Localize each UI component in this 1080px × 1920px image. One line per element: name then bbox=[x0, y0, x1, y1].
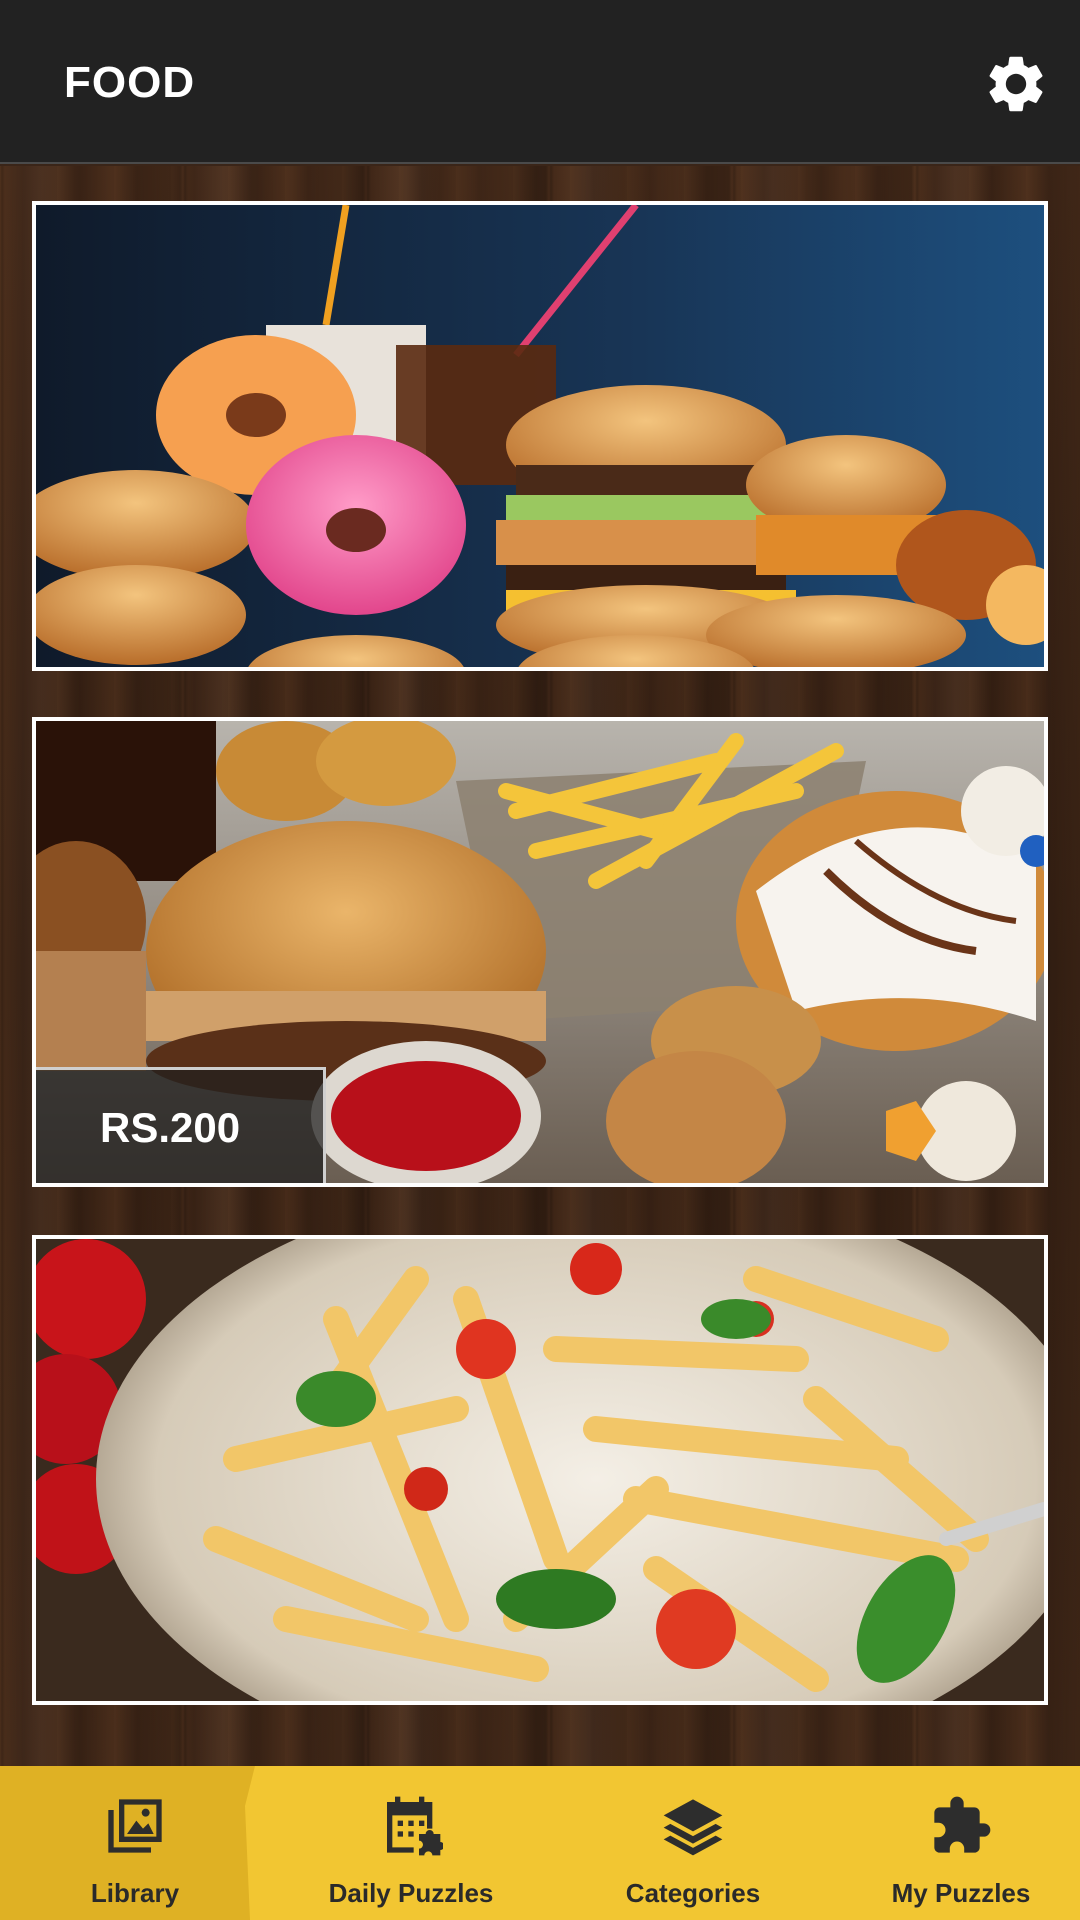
settings-button[interactable] bbox=[982, 50, 1050, 118]
nav-item-my-puzzles[interactable]: My Puzzles bbox=[826, 1766, 1080, 1920]
fast-food-image bbox=[36, 205, 1044, 667]
calendar-puzzle-icon bbox=[387, 1796, 443, 1856]
nav-label-categories: Categories bbox=[625, 1878, 761, 1908]
price-badge: RS.200 bbox=[36, 1067, 326, 1183]
price-label: RS.200 bbox=[100, 1104, 241, 1151]
nav-item-library[interactable]: Library bbox=[0, 1766, 270, 1920]
puzzle-card-burger-fries[interactable]: RS.200 bbox=[32, 717, 1048, 1187]
nav-label-library: Library bbox=[90, 1878, 180, 1908]
bottom-navigation: Library Daily Puzzles Categories My Puzz… bbox=[0, 1766, 1080, 1920]
puzzle-piece-icon bbox=[934, 1796, 991, 1853]
page-title: FOOD bbox=[64, 58, 196, 107]
puzzle-card-pasta[interactable] bbox=[32, 1235, 1048, 1705]
nav-item-categories[interactable]: Categories bbox=[558, 1766, 828, 1920]
nav-label-my-puzzles: My Puzzles bbox=[891, 1878, 1031, 1908]
layers-icon bbox=[663, 1799, 723, 1856]
library-images-icon bbox=[108, 1799, 162, 1853]
gear-icon bbox=[989, 56, 1043, 112]
pasta-image bbox=[36, 1239, 1044, 1701]
nav-label-daily-puzzles: Daily Puzzles bbox=[328, 1878, 494, 1908]
puzzle-card-fast-food[interactable] bbox=[32, 201, 1048, 671]
nav-item-daily-puzzles[interactable]: Daily Puzzles bbox=[276, 1766, 546, 1920]
app-header: FOOD bbox=[0, 0, 1080, 164]
